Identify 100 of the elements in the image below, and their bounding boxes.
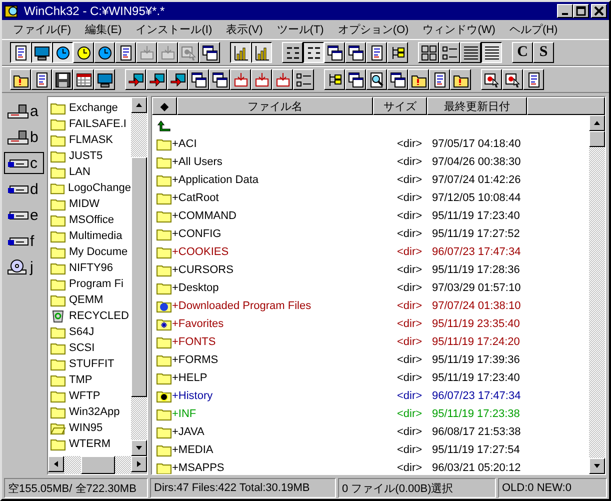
file-name[interactable]: +MEDIA [172, 444, 397, 456]
drive-item[interactable]: c [4, 152, 44, 174]
toolbar-button[interactable] [52, 42, 73, 63]
folder-item[interactable]: LAN [48, 164, 131, 180]
file-name[interactable]: +History [172, 390, 397, 402]
folder-item[interactable]: Multimedia [48, 228, 131, 244]
toolbar-button[interactable] [10, 42, 31, 63]
file-name[interactable]: +Desktop [172, 282, 397, 294]
file-name[interactable]: +COMMAND [172, 210, 397, 222]
folder-item[interactable]: NIFTY96 [48, 260, 131, 276]
folder-item[interactable]: RECYCLED [48, 308, 131, 324]
menu-item[interactable]: 表示(V) [219, 22, 270, 37]
column-header[interactable]: ◆ [152, 97, 177, 115]
folder-icon [156, 443, 172, 457]
file-name[interactable]: +ACI [172, 138, 397, 150]
file-name[interactable]: +Downloaded Program Files [172, 300, 397, 312]
scroll-thumb[interactable] [131, 156, 147, 396]
folder-icon [50, 261, 66, 275]
file-date: 95/11/19 17:39:36 [432, 354, 520, 366]
file-name[interactable]: +COOKIES [172, 246, 397, 258]
file-name[interactable]: +CURSORS [172, 264, 397, 276]
folder-item[interactable]: Program Fi [48, 276, 131, 292]
folder-item[interactable]: FLMASK [48, 132, 131, 148]
file-date: 95/11/19 17:28:36 [432, 264, 520, 276]
folder-item[interactable]: S64J [48, 324, 131, 340]
folder-item[interactable]: My Docume [48, 244, 131, 260]
scroll-thumb[interactable] [80, 456, 114, 474]
file-size: <dir> [397, 282, 424, 294]
drive-item[interactable]: a [4, 100, 44, 122]
column-header[interactable]: サイズ [373, 97, 427, 115]
toolbar-button[interactable] [481, 42, 502, 63]
parent-folder-icon[interactable] [156, 120, 172, 132]
file-name[interactable]: +Application Data [172, 174, 397, 186]
toolbar-button[interactable]: S [533, 42, 554, 63]
menu-item[interactable]: ファイル(F) [6, 22, 78, 37]
list-view-icon [442, 44, 458, 60]
document-icon [34, 72, 50, 88]
folder-icon [156, 335, 172, 349]
pointer-icon [484, 72, 500, 88]
windows-icon [348, 72, 364, 88]
file-name[interactable]: +FORMS [172, 354, 397, 366]
document-icon [118, 44, 134, 60]
scrollbar[interactable] [131, 97, 147, 456]
folder-item[interactable]: QEMM [48, 292, 131, 308]
folder-item[interactable]: SCSI [48, 340, 131, 356]
file-name[interactable]: +HELP [172, 372, 397, 384]
toolbar-button[interactable] [230, 42, 251, 63]
toolbar-button[interactable] [303, 42, 324, 63]
drive-item[interactable]: b [4, 126, 44, 148]
folder-item[interactable]: MIDW [48, 196, 131, 212]
details-view-icon [484, 44, 500, 60]
folder-icon [50, 101, 66, 115]
arrow-icon [128, 72, 144, 88]
folder-item[interactable]: Win32App [48, 404, 131, 420]
toolbar-button[interactable] [31, 42, 52, 63]
folder-icon [50, 373, 66, 387]
file-date: 95/11/19 17:23:40 [432, 372, 520, 384]
folder-item[interactable]: Exchange [48, 100, 131, 116]
toolbar-button[interactable] [251, 42, 272, 63]
file-name[interactable]: +CONFIG [172, 228, 397, 240]
folder-icon [156, 407, 172, 421]
menu-item[interactable]: オプション(O) [330, 22, 416, 37]
file-name[interactable]: +JAVA [172, 426, 397, 438]
menu-item[interactable]: ウィンドウ(W) [416, 22, 502, 37]
maximize-button[interactable] [573, 4, 589, 18]
folder-item[interactable]: MSOffice [48, 212, 131, 228]
pointer-icon [504, 72, 520, 88]
drive-item[interactable]: j [4, 256, 44, 278]
close-button[interactable] [591, 4, 607, 18]
menu-item[interactable]: ヘルプ(H) [502, 22, 565, 37]
scroll-thumb[interactable] [589, 131, 605, 147]
monitor-icon [34, 44, 50, 60]
menu-item[interactable]: 編集(E) [78, 22, 129, 37]
folder-item[interactable]: WTERM [48, 436, 131, 452]
file-name[interactable]: +CatRoot [172, 192, 397, 204]
file-size: <dir> [397, 156, 424, 168]
drive-item[interactable]: f [4, 230, 44, 252]
drive-item[interactable]: e [4, 204, 44, 226]
file-name[interactable]: +Favorites [172, 318, 397, 330]
status-old-new: OLD:0 NEW:0 [498, 478, 607, 498]
folder-item[interactable]: STUFFIT [48, 356, 131, 372]
file-name[interactable]: +All Users [172, 156, 397, 168]
folder-item[interactable]: WIN95 [48, 420, 131, 436]
horizontal-scrollbar[interactable] [48, 456, 147, 474]
scrollbar[interactable] [589, 115, 605, 474]
folder-item[interactable]: TMP [48, 372, 131, 388]
toolbar-button[interactable]: C [512, 42, 533, 63]
file-name[interactable]: +FONTS [172, 336, 397, 348]
column-header[interactable]: 最終更新日付 [427, 97, 527, 115]
column-header[interactable]: ファイル名 [177, 97, 373, 115]
drive-item[interactable]: d [4, 178, 44, 200]
folder-item[interactable]: LogoChange [48, 180, 131, 196]
folder-item[interactable]: FAILSAFE.I [48, 116, 131, 132]
folder-item[interactable]: WFTP [48, 388, 131, 404]
file-name[interactable]: +MSAPPS [172, 462, 397, 474]
folder-item[interactable]: JUST5 [48, 148, 131, 164]
minimize-button[interactable] [557, 4, 573, 18]
hard-drive-icon [7, 184, 29, 194]
menu-item[interactable]: インストール(I) [128, 22, 220, 37]
menu-item[interactable]: ツール(T) [270, 22, 331, 37]
